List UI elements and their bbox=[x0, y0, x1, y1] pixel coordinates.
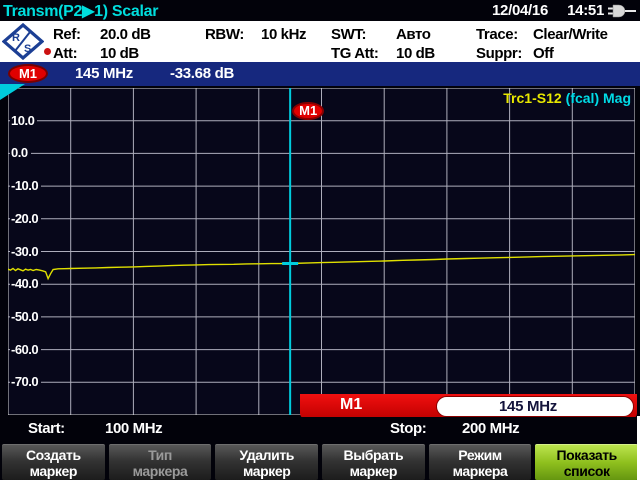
rbw-value[interactable]: 10 kHz bbox=[261, 26, 306, 43]
softkey-select-marker[interactable]: Выбрать маркер bbox=[322, 444, 425, 480]
trace-legend: Trc1-S12 (fcal) Mag bbox=[503, 90, 631, 106]
trace-format: (fcal) Mag bbox=[566, 90, 631, 106]
trace-value[interactable]: Clear/Write bbox=[533, 26, 608, 43]
y-axis-label: -30.0 bbox=[10, 244, 41, 260]
trace-name: Trc1-S12 bbox=[503, 90, 561, 106]
title-bar: Transm(P2▶1) Scalar 12/04/16 14:51 bbox=[0, 0, 640, 21]
marker-frequency-readout: 145 MHz bbox=[75, 65, 133, 82]
softkey-marker-mode[interactable]: Режим маркера bbox=[429, 444, 532, 480]
svg-text:R: R bbox=[12, 32, 20, 44]
frequency-axis-row: Start: 100 MHz Stop: 200 MHz bbox=[0, 417, 640, 443]
swt-value[interactable]: Авто bbox=[396, 26, 431, 43]
measurement-title: Transm(P2▶1) Scalar bbox=[3, 1, 158, 21]
analyzer-screen: Transm(P2▶1) Scalar 12/04/16 14:51 R S R… bbox=[0, 0, 640, 480]
trace-label: Trace: bbox=[476, 26, 518, 43]
settings-panel: R S Ref: 20.0 dB RBW: 10 kHz SWT: Авто T… bbox=[0, 21, 640, 62]
rohde-schwarz-logo: R S bbox=[2, 23, 44, 65]
y-axis-label: 10.0 bbox=[10, 113, 37, 129]
rbw-label: RBW: bbox=[205, 26, 244, 43]
att-label: Att: bbox=[53, 45, 77, 62]
stop-label: Stop: bbox=[390, 420, 426, 437]
tg-att-label: TG Att: bbox=[331, 45, 378, 62]
y-axis-label: -40.0 bbox=[10, 276, 41, 292]
marker-level-readout: -33.68 dB bbox=[170, 65, 234, 82]
y-axis-label: -20.0 bbox=[10, 211, 41, 227]
stop-value[interactable]: 200 MHz bbox=[462, 420, 519, 437]
softkey-show-list[interactable]: Показать список bbox=[535, 444, 638, 480]
trace-plot-area: Trc1-S12 (fcal) Mag M1 10.0 0.0 -10.0 -20.0 -… bbox=[8, 88, 635, 415]
softkey-delete-marker[interactable]: Удалить маркер bbox=[215, 444, 318, 480]
suppr-value[interactable]: Off bbox=[533, 45, 553, 62]
reference-position-icon bbox=[0, 84, 25, 100]
ref-label: Ref: bbox=[53, 26, 81, 43]
suppr-label: Suppr: bbox=[476, 45, 522, 62]
softkey-marker-type[interactable]: Тип маркера bbox=[109, 444, 212, 480]
marker-readout-row: M1 145 MHz -33.68 dB bbox=[0, 62, 640, 86]
tg-att-value[interactable]: 10 dB bbox=[396, 45, 435, 62]
y-axis-label: -60.0 bbox=[10, 342, 41, 358]
y-axis-label: 0.0 bbox=[10, 145, 31, 161]
att-indicator-dot bbox=[44, 48, 51, 55]
att-value[interactable]: 10 dB bbox=[100, 45, 139, 62]
y-axis-label: -50.0 bbox=[10, 309, 41, 325]
start-value[interactable]: 100 MHz bbox=[105, 420, 162, 437]
time-display: 14:51 bbox=[567, 2, 604, 19]
plot-canvas bbox=[8, 88, 635, 415]
date-display: 12/04/16 bbox=[492, 2, 548, 19]
swt-label: SWT: bbox=[331, 26, 366, 43]
marker-flag[interactable]: M1 bbox=[292, 102, 324, 120]
softkey-create-marker[interactable]: Создать маркер bbox=[2, 444, 105, 480]
marker-entry-bar: M1 145 MHz bbox=[300, 394, 637, 419]
y-axis-label: -10.0 bbox=[10, 178, 41, 194]
marker-badge: M1 bbox=[8, 64, 48, 83]
svg-text:S: S bbox=[24, 43, 31, 55]
start-label: Start: bbox=[28, 420, 65, 437]
ref-value[interactable]: 20.0 dB bbox=[100, 26, 151, 43]
y-axis-label: -70.0 bbox=[10, 374, 41, 390]
marker-entry-name: M1 bbox=[340, 396, 362, 414]
softkey-bar: Создать маркер Тип маркера Удалить марке… bbox=[0, 444, 640, 480]
marker-frequency-input[interactable]: 145 MHz bbox=[436, 396, 634, 417]
